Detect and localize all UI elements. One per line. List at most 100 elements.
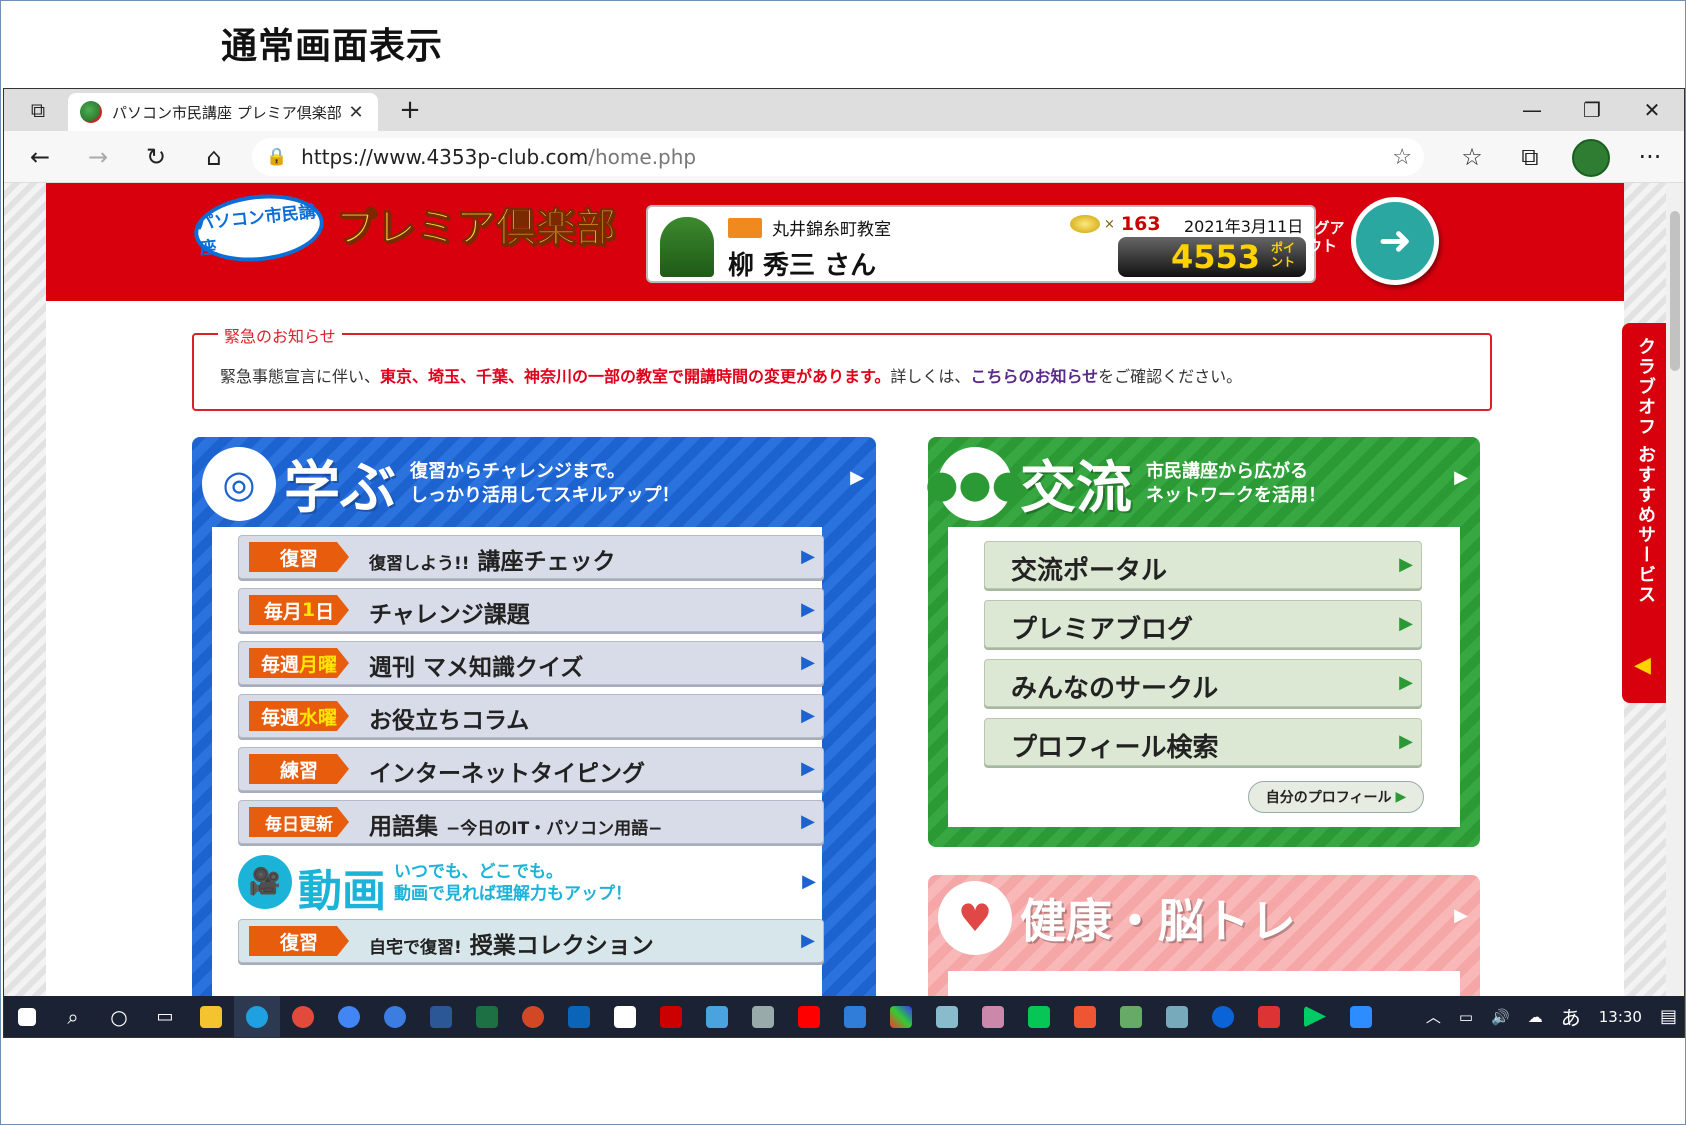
app-icon[interactable] [1108,996,1154,1037]
clock[interactable]: 13:30 [1599,1008,1642,1026]
community-item-blog[interactable]: プレミアブログ ▶ [984,600,1422,648]
row-arrow-icon: ▶ [801,811,815,832]
play-store-icon[interactable] [1292,996,1338,1037]
add-favorite-icon[interactable]: ☆ [1392,145,1412,170]
learn-row-collection[interactable]: 復習 自宅で復習! 授業コレクション ▶ [238,919,824,963]
explorer-icon[interactable] [188,996,234,1037]
close-window-button[interactable]: ✕ [1624,89,1680,131]
excel-icon[interactable] [464,996,510,1037]
profile-arrow-icon: ▶ [1395,789,1407,805]
outlook-icon[interactable] [556,996,602,1037]
onedrive-icon[interactable] [1200,996,1246,1037]
chrome-icon[interactable] [280,996,326,1037]
browser-tab[interactable]: パソコン市民講座 プレミア倶楽部 - | ✕ [68,93,378,131]
row-main: 講座チェック [477,549,616,575]
paint-icon[interactable] [878,996,924,1037]
app-icon[interactable] [970,996,1016,1037]
school-label: 丸井錦糸町教室 [772,220,891,240]
profile-avatar[interactable] [1572,139,1610,177]
community-header[interactable]: ●●● 交流 市民講座から広がる ネットワークを活用！ [925,443,1326,524]
tab-title: パソコン市民講座 プレミア倶楽部 - | [112,103,346,122]
learn-row-quiz[interactable]: 毎週 月曜 週刊 マメ知識クイズ ▶ [238,641,824,685]
start-icon[interactable] [4,996,50,1037]
community-item-circle[interactable]: みんなのサークル ▶ [984,659,1422,707]
battery-icon[interactable]: ▭ [1459,1008,1473,1026]
club-off-side-tab[interactable]: クラブオフ おすすめサービス ◀ [1622,323,1668,703]
back-button[interactable]: ← [20,139,60,175]
community-item-profile-search[interactable]: プロフィール検索 ▶ [984,718,1422,766]
logout-label: ログアウト [1299,219,1345,255]
cloud-icon[interactable]: ☁ [1528,1008,1543,1026]
learn-subtitle: 復習からチャレンジまで。 しっかり活用してスキルアップ！ [410,460,679,508]
search-icon[interactable]: ⌕ [50,996,96,1037]
new-tab-button[interactable]: + [382,89,438,131]
forward-button[interactable]: → [78,139,118,175]
pdf-icon[interactable] [1246,996,1292,1037]
page-scrollbar[interactable] [1666,183,1684,996]
tab-actions-icon[interactable]: ⧉ [10,89,66,131]
task-view-icon[interactable]: ▭ [142,996,188,1037]
volume-icon[interactable]: 🔊 [1491,1008,1510,1026]
system-tray: ︿ ▭ 🔊 ☁ あ 13:30 ▤ [1417,996,1684,1037]
google-icon[interactable] [326,996,372,1037]
learn-row-review[interactable]: 復習 復習しよう!! 講座チェック ▶ [238,535,824,579]
group-icon: ●●● [925,446,1025,521]
community-arrow-icon[interactable]: ▶ [1454,467,1468,488]
app-icon[interactable] [740,996,786,1037]
figure-frame: 通常画面表示 ⧉ パソコン市民講座 プレミア倶楽部 - | ✕ + — ❐ ✕ … [0,0,1686,1125]
more-menu-button[interactable]: ··· [1630,139,1670,175]
line-icon[interactable] [1016,996,1062,1037]
row-arrow-icon: ▶ [801,930,815,951]
tab-close-icon[interactable]: ✕ [346,102,366,123]
learn-header[interactable]: ◎ 学ぶ 復習からチャレンジまで。 しっかり活用してスキルアップ！ [202,443,679,524]
notice-suffix: をご確認ください。 [1098,367,1243,386]
rakuten-icon[interactable] [648,996,694,1037]
video-subtitle: いつでも、どこでも。 動画で見れば理解力もアップ！ [394,861,632,905]
restore-button[interactable]: ❐ [1564,89,1620,131]
address-bar[interactable]: 🔒 https://www.4353p-club.com/home.php ☆ [252,138,1424,176]
learn-arrow-icon[interactable]: ▶ [850,467,864,488]
tray-chevron-icon[interactable]: ︿ [1426,1006,1441,1027]
home-button[interactable]: ⌂ [194,139,234,175]
learn-icon: ◎ [202,446,276,521]
health-header[interactable]: ♥ 健康・脳トレ [938,881,1296,955]
powerpoint-icon[interactable] [510,996,556,1037]
learn-row-typing[interactable]: 練習 インターネットタイピング ▶ [238,747,824,791]
learn-row-challenge[interactable]: 毎月 1 日 チャレンジ課題 ▶ [238,588,824,632]
community-item-portal[interactable]: 交流ポータル ▶ [984,541,1422,589]
photos-icon[interactable] [832,996,878,1037]
brand-title[interactable]: プレミア倶楽部 [336,195,617,253]
refresh-button[interactable]: ↻ [136,139,176,175]
favorites-icon[interactable]: ☆ [1452,139,1492,175]
amazon-icon[interactable] [602,996,648,1037]
collections-icon[interactable]: ⧉ [1510,139,1550,175]
learn-row-glossary[interactable]: 毎日更新 用語集 −今日のIT・パソコン用語− ▶ [238,800,824,844]
learn-row-column[interactable]: 毎週 水曜 お役立ちコラム ▶ [238,694,824,738]
video-header[interactable]: 🎥 動画 いつでも、どこでも。 動画で見れば理解力もアップ！ ▶ [238,853,824,917]
my-profile-button[interactable]: 自分のプロフィール ▶ [1248,781,1424,813]
community-panel: ●●● 交流 市民講座から広がる ネットワークを活用！ ▶ 交流ポータル ▶ プレミ… [925,437,1480,847]
logout-button[interactable]: ログアウト ➜ [1296,193,1446,289]
health-arrow-icon[interactable]: ▶ [1454,905,1468,926]
notice-link[interactable]: こちらのお知らせ [970,367,1098,386]
windows-taskbar: ⌕ ○ ▭ ︿ ▭ 🔊 ☁ あ 13:30 ▤ [4,996,1684,1037]
coin-count: × 163 [1070,213,1161,235]
zoom-icon[interactable] [1338,996,1384,1037]
app-icon[interactable] [1062,996,1108,1037]
edge-icon[interactable] [234,996,280,1037]
app-icon[interactable] [1154,996,1200,1037]
minimize-button[interactable]: — [1504,89,1560,131]
ime-indicator[interactable]: あ [1561,1002,1581,1031]
notice-middle: 詳しくは、 [890,367,971,386]
youtube-icon[interactable] [786,996,832,1037]
people-icon[interactable] [372,996,418,1037]
site-logo[interactable]: パソコン市民講座 [190,188,328,268]
item-arrow-icon: ▶ [1399,672,1413,693]
word-icon[interactable] [418,996,464,1037]
cortana-icon[interactable]: ○ [96,996,142,1037]
notification-icon[interactable]: ▤ [1660,1006,1677,1027]
app-icon[interactable] [694,996,740,1037]
notice-title: 緊急のお知らせ [218,323,342,347]
app-icon[interactable] [924,996,970,1037]
scrollbar-thumb[interactable] [1670,211,1680,371]
